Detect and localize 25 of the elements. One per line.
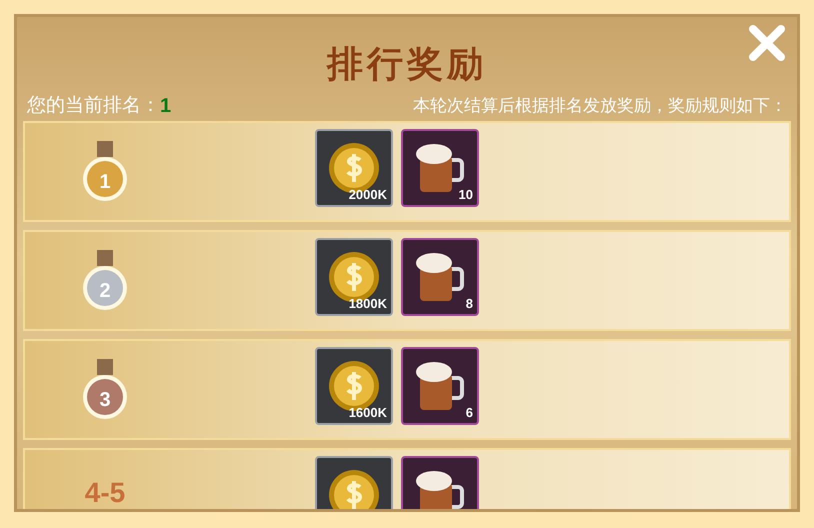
reward-amount: 1800K [348,294,387,312]
medal-ribbon [97,140,113,156]
medal-ribbon [97,250,113,266]
rank-range: 4-5 [84,476,126,509]
coin-icon [328,469,380,509]
coin-reward[interactable]: 1800K [315,238,393,316]
rank-number: 2 [98,278,112,304]
coin-reward[interactable]: 1600K [315,347,393,425]
current-rank-label: 您的当前排名： [27,94,160,118]
medal-ribbon [97,358,113,374]
reward-amount: 2000K [348,186,387,204]
reward-amount: 6 [466,404,473,422]
close-icon [748,24,786,62]
rank-number: 1 [98,170,112,194]
coin-reward[interactable]: 2000K [315,129,393,207]
beer-reward[interactable]: 6 [401,347,479,425]
rank-number: 3 [98,388,112,412]
reward-amount: 1600K [348,404,387,422]
reward-rule-text: 本轮次结算后根据排名发放奖励，奖励规则如下： [413,95,787,118]
beer-reward[interactable]: 10 [401,129,479,207]
current-rank-value: 1 [160,94,172,119]
reward-amount: 10 [458,186,473,204]
beer-reward[interactable]: 8 [401,238,479,316]
reward-amount: 8 [466,294,473,312]
window-title: 排行奖励 [327,42,487,87]
